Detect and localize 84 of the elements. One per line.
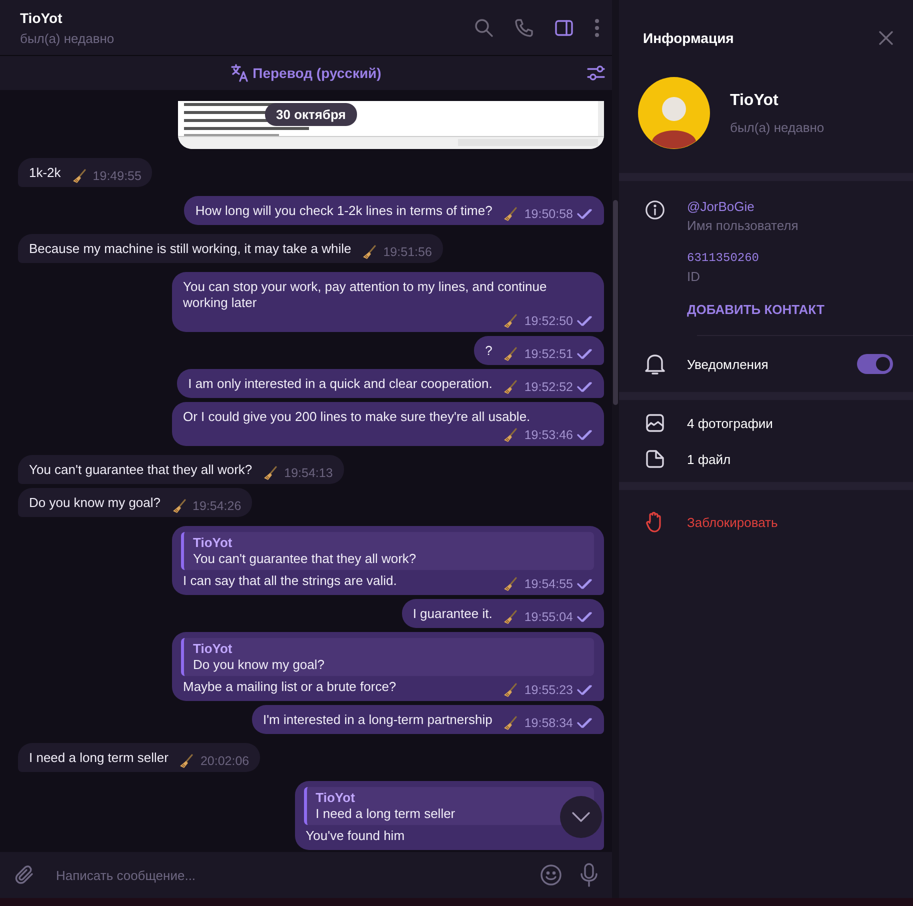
phone-icon[interactable] xyxy=(514,18,534,38)
message-time: 19:49:55 xyxy=(92,168,142,184)
message-time: 19:55:23 xyxy=(524,682,573,698)
close-button[interactable] xyxy=(879,31,893,45)
message-text: Do you know my goal? xyxy=(29,495,161,511)
profile-status: был(а) недавно xyxy=(730,120,824,134)
message-time: 19:54:55 xyxy=(524,576,573,592)
broom-icon xyxy=(502,609,518,625)
notifications-label: Уведомления xyxy=(687,356,768,372)
emoji-icon[interactable] xyxy=(540,864,562,886)
broom-icon xyxy=(502,313,518,329)
message-time: 19:53:46 xyxy=(524,427,573,443)
panel-title: Информация xyxy=(643,30,734,46)
id-label: ID xyxy=(687,269,701,284)
message-text: Or I could give you 200 lines to make sure they're all usable. xyxy=(183,409,530,425)
search-icon[interactable] xyxy=(474,18,494,38)
message-text: ? xyxy=(485,343,492,359)
chevron-down-icon xyxy=(571,811,591,823)
message-time: 19:52:51 xyxy=(524,346,573,362)
broom-icon xyxy=(178,753,194,769)
info-icon xyxy=(645,199,665,221)
settings-sliders-icon[interactable] xyxy=(586,64,606,82)
broom-icon xyxy=(70,168,87,184)
message-text: I need a long term seller xyxy=(29,750,168,766)
broom-icon xyxy=(502,682,518,698)
message-time: 20:02:06 xyxy=(200,753,250,769)
message-text: You've found him xyxy=(306,828,405,844)
date-pill: 30 октября xyxy=(265,103,357,126)
message-text: I can say that all the strings are valid. xyxy=(183,573,397,589)
file-icon xyxy=(646,450,664,468)
message-composer[interactable]: Написать сообщение... xyxy=(0,852,612,898)
broom-icon xyxy=(502,206,518,222)
broom-icon xyxy=(361,244,378,260)
message-time: 19:52:52 xyxy=(524,379,573,395)
message-text: Maybe a mailing list or a brute force? xyxy=(183,679,396,695)
message-time: 19:51:56 xyxy=(383,244,432,260)
message-time: 19:50:58 xyxy=(524,206,573,222)
avatar[interactable] xyxy=(638,77,710,149)
username-label: Имя пользователя xyxy=(687,218,800,233)
broom-icon xyxy=(502,427,518,443)
message-time: 19:55:04 xyxy=(524,609,573,625)
broom-icon xyxy=(502,576,518,592)
message-text: How long will you check 1-2k lines in terms of time? xyxy=(195,203,492,219)
media-row[interactable]: 4 фотографии xyxy=(619,414,913,432)
message-text: 1k-2k xyxy=(29,165,61,181)
message-time: 19:52:50 xyxy=(524,313,573,329)
translate-icon xyxy=(230,64,249,82)
message-text: Because my machine is still working, it may take a while xyxy=(29,241,352,257)
message-time: 19:58:34 xyxy=(524,715,573,731)
profile-name: TioYot xyxy=(730,92,780,110)
user-id[interactable]: 6311350260 xyxy=(687,251,824,265)
close-icon xyxy=(879,31,893,45)
message-time: 19:54:13 xyxy=(284,465,333,481)
image-icon xyxy=(646,414,664,432)
message-text: I guarantee it. xyxy=(412,606,492,622)
chat-status: был(а) недавно xyxy=(20,30,116,46)
chat-title: TioYot xyxy=(20,10,64,26)
attach-icon[interactable] xyxy=(14,864,36,886)
broom-icon xyxy=(502,715,518,731)
media-row[interactable]: 1 файл xyxy=(619,450,913,468)
reply-quote[interactable]: TioYot You can't guarantee that they all work? xyxy=(181,532,594,570)
sidebar-toggle-icon[interactable] xyxy=(554,18,574,38)
message-time: 19:54:26 xyxy=(192,498,242,514)
broom-icon xyxy=(170,498,187,514)
hand-icon xyxy=(646,511,664,533)
broom-icon xyxy=(262,465,278,481)
broom-icon xyxy=(502,346,518,362)
message-text: I am only interested in a quick and clear cooperation. xyxy=(188,376,492,392)
bell-icon xyxy=(645,353,665,375)
message-text: I'm interested in a long-term partnership xyxy=(262,712,492,728)
message-text: You can stop your work, pay attention to my lines, and continue working later xyxy=(183,279,548,311)
notifications-toggle[interactable] xyxy=(857,354,893,374)
more-icon[interactable] xyxy=(594,18,600,38)
scrollbar-thumb[interactable] xyxy=(613,200,618,405)
translate-button[interactable]: Перевод (русский) xyxy=(230,64,382,82)
message-input[interactable]: Написать сообщение... xyxy=(54,866,522,884)
add-contact-button[interactable]: ДОБАВИТЬ КОНТАКТ xyxy=(687,302,824,317)
reply-quote[interactable]: TioYot Do you know my goal? xyxy=(181,638,594,676)
reply-quote[interactable]: TioYot I need a long term seller xyxy=(304,787,594,825)
broom-icon xyxy=(502,379,518,395)
microphone-icon[interactable] xyxy=(580,863,598,887)
block-button[interactable]: Заблокировать xyxy=(687,514,778,530)
message-text: You can't guarantee that they all work? xyxy=(29,462,252,478)
username[interactable]: @JorBoGie xyxy=(687,199,824,214)
